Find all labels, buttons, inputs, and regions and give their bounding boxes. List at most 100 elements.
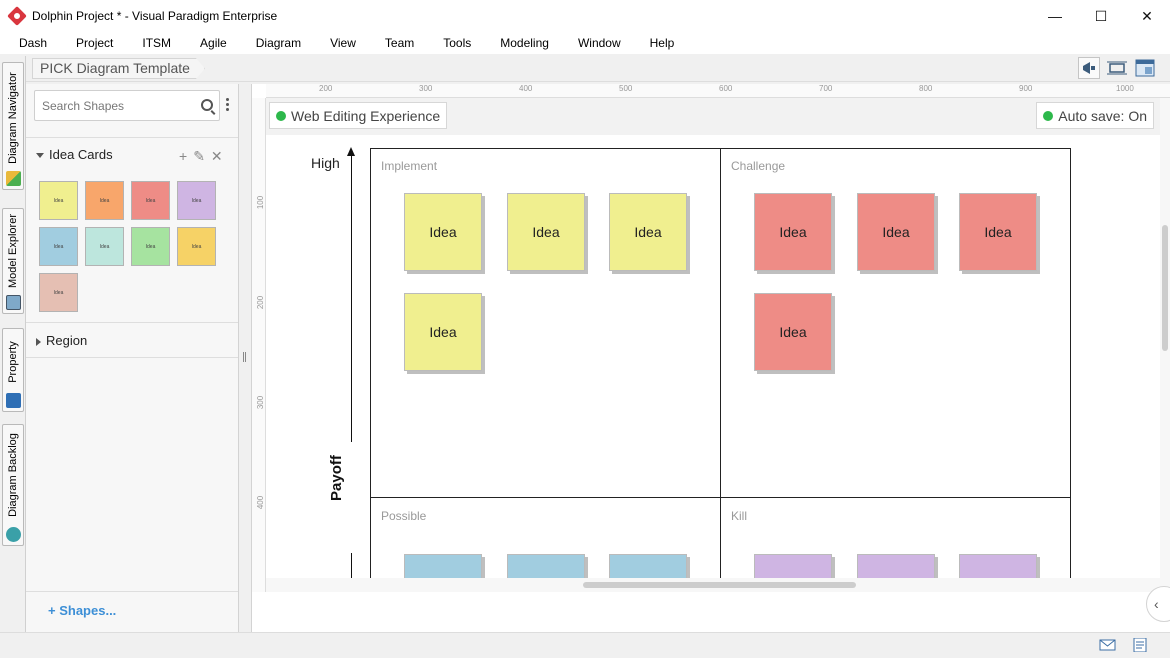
panel-splitter-handle[interactable] bbox=[243, 352, 246, 362]
tab-diagram-backlog[interactable]: Diagram Backlog bbox=[2, 424, 24, 546]
search-input[interactable]: Search Shapes bbox=[34, 90, 220, 121]
palette-card-green[interactable]: Idea bbox=[131, 227, 170, 266]
axis-high-label[interactable]: High bbox=[311, 155, 340, 171]
status-dot-icon bbox=[1043, 110, 1054, 121]
layout-panel-icon[interactable] bbox=[1134, 57, 1156, 79]
idea-card-label: Idea bbox=[779, 224, 807, 240]
idea-card-possible[interactable] bbox=[507, 554, 585, 578]
divider bbox=[26, 322, 238, 323]
minimize-button[interactable]: — bbox=[1032, 0, 1078, 32]
horizontal-scrollbar[interactable] bbox=[266, 578, 1161, 592]
menu-modeling[interactable]: Modeling bbox=[489, 36, 560, 50]
auto-save-label: Auto save: On bbox=[1058, 107, 1147, 124]
idea-card-kill[interactable] bbox=[959, 554, 1037, 578]
menu-itsm[interactable]: ITSM bbox=[131, 36, 182, 50]
backlog-icon bbox=[6, 527, 21, 542]
search-icon[interactable] bbox=[201, 99, 213, 111]
chevron-left-icon[interactable]: ‹ bbox=[1146, 586, 1170, 622]
idea-card-implement[interactable]: Idea bbox=[404, 293, 482, 371]
palette-card-label: Idea bbox=[145, 197, 156, 204]
tab-property[interactable]: Property bbox=[2, 328, 24, 412]
shapes-panel: Search Shapes Idea Cards + ✎ ✕ Idea Idea… bbox=[26, 84, 239, 632]
idea-card-implement[interactable]: Idea bbox=[404, 193, 482, 271]
model-explorer-icon bbox=[6, 295, 21, 310]
auto-save-status[interactable]: Auto save: On bbox=[1036, 102, 1154, 129]
menu-agile[interactable]: Agile bbox=[189, 36, 238, 50]
breadcrumb[interactable]: PICK Diagram Template bbox=[32, 58, 205, 79]
quadrant-challenge-label[interactable]: Challenge bbox=[731, 159, 785, 173]
idea-card-challenge[interactable]: Idea bbox=[857, 193, 935, 271]
idea-card-possible[interactable] bbox=[404, 554, 482, 578]
vertical-scroll-thumb[interactable] bbox=[1162, 225, 1168, 351]
menu-window[interactable]: Window bbox=[567, 36, 632, 50]
idea-card-kill[interactable] bbox=[857, 554, 935, 578]
payoff-axis-line[interactable] bbox=[351, 154, 352, 442]
palette-card-gold[interactable]: Idea bbox=[177, 227, 216, 266]
idea-card-challenge[interactable]: Idea bbox=[754, 293, 832, 371]
idea-card-kill[interactable] bbox=[754, 554, 832, 578]
idea-card-implement[interactable]: Idea bbox=[609, 193, 687, 271]
ruler-tick: 400 bbox=[519, 84, 533, 93]
divider bbox=[26, 357, 238, 358]
payoff-axis-line-lower[interactable] bbox=[351, 553, 352, 578]
tab-diagram-backlog-label: Diagram Backlog bbox=[7, 433, 19, 518]
palette-card-yellow[interactable]: Idea bbox=[39, 181, 78, 220]
ruler-tick: 1000 bbox=[1116, 84, 1134, 93]
ruler-vertical: 100 200 300 400 bbox=[252, 98, 266, 592]
section-region[interactable]: Region bbox=[36, 333, 87, 348]
menu-project[interactable]: Project bbox=[65, 36, 124, 50]
tab-diagram-navigator[interactable]: Diagram Navigator bbox=[2, 62, 24, 190]
web-editing-status[interactable]: Web Editing Experience bbox=[269, 102, 448, 129]
idea-card-implement[interactable]: Idea bbox=[507, 193, 585, 271]
vertical-scrollbar[interactable] bbox=[1160, 98, 1170, 592]
menu-team[interactable]: Team bbox=[374, 36, 425, 50]
quadrant-kill-label[interactable]: Kill bbox=[731, 509, 747, 523]
maximize-button[interactable]: ☐ bbox=[1078, 0, 1124, 32]
idea-card-label: Idea bbox=[429, 224, 457, 240]
palette-card-label: Idea bbox=[99, 243, 110, 250]
notes-icon[interactable] bbox=[1132, 638, 1149, 652]
quadrant-possible-label[interactable]: Possible bbox=[381, 509, 426, 523]
mail-icon[interactable] bbox=[1099, 638, 1116, 652]
remove-icon[interactable]: ✕ bbox=[211, 148, 223, 165]
axis-payoff-label[interactable]: Payoff bbox=[328, 455, 345, 501]
menu-help[interactable]: Help bbox=[639, 36, 686, 50]
section-idea-cards[interactable]: Idea Cards bbox=[36, 147, 113, 162]
close-button[interactable]: ✕ bbox=[1124, 0, 1170, 32]
tab-model-explorer[interactable]: Model Explorer bbox=[2, 208, 24, 314]
palette-card-teal[interactable]: Idea bbox=[85, 227, 124, 266]
idea-card-challenge[interactable]: Idea bbox=[959, 193, 1037, 271]
fit-diagram-icon[interactable] bbox=[1106, 57, 1128, 79]
menu-tools[interactable]: Tools bbox=[432, 36, 482, 50]
tab-diagram-navigator-label: Diagram Navigator bbox=[7, 72, 19, 165]
ruler-tick: 900 bbox=[1019, 84, 1033, 93]
idea-card-challenge[interactable]: Idea bbox=[754, 193, 832, 271]
section-idea-cards-label: Idea Cards bbox=[49, 147, 113, 162]
navigator-icon bbox=[6, 171, 21, 186]
ruler-tick: 700 bbox=[819, 84, 833, 93]
menu-dash[interactable]: Dash bbox=[8, 36, 58, 50]
announce-icon[interactable] bbox=[1078, 57, 1100, 79]
palette-card-red[interactable]: Idea bbox=[131, 181, 170, 220]
more-options-icon[interactable] bbox=[226, 98, 229, 112]
tab-property-label: Property bbox=[7, 341, 19, 383]
quadrant-implement-label[interactable]: Implement bbox=[381, 159, 437, 173]
horizontal-scroll-thumb[interactable] bbox=[583, 582, 856, 588]
divider bbox=[26, 591, 238, 592]
palette-card-rose[interactable]: Idea bbox=[39, 273, 78, 312]
idea-card-label: Idea bbox=[984, 224, 1012, 240]
menu-view[interactable]: View bbox=[319, 36, 367, 50]
idea-card-possible[interactable] bbox=[609, 554, 687, 578]
shapes-link[interactable]: + Shapes... bbox=[48, 603, 116, 618]
web-editing-label: Web Editing Experience bbox=[291, 107, 441, 124]
palette-card-orange[interactable]: Idea bbox=[85, 181, 124, 220]
add-icon[interactable]: + bbox=[179, 148, 187, 165]
idea-card-label: Idea bbox=[779, 324, 807, 340]
menu-diagram[interactable]: Diagram bbox=[245, 36, 312, 50]
palette-card-blue[interactable]: Idea bbox=[39, 227, 78, 266]
edit-icon[interactable]: ✎ bbox=[193, 148, 205, 165]
idea-card-label: Idea bbox=[882, 224, 910, 240]
diagram-stage[interactable]: Web Editing Experience Auto save: On Imp… bbox=[266, 98, 1161, 578]
ruler-tick: 300 bbox=[419, 84, 433, 93]
palette-card-purple[interactable]: Idea bbox=[177, 181, 216, 220]
